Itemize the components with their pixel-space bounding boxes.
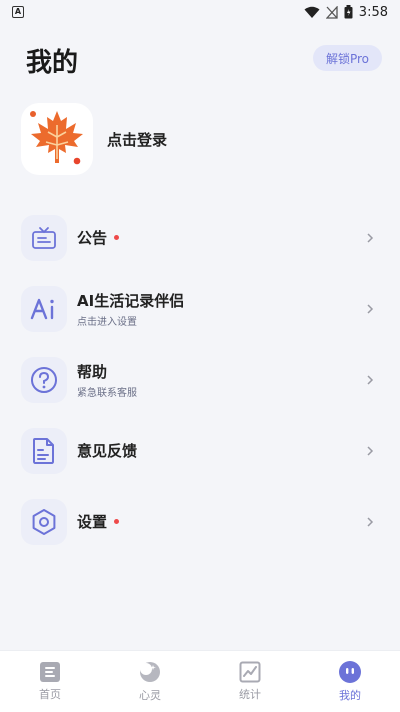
tab-label: 心灵: [139, 689, 161, 702]
profile-login-row[interactable]: 点击登录: [21, 103, 167, 175]
chevron-right-icon: [367, 374, 374, 385]
chevron-right-icon: [367, 303, 374, 314]
notification-dot: [114, 519, 120, 524]
login-label[interactable]: 点击登录: [107, 129, 167, 150]
tab-home[interactable]: 首页: [0, 651, 100, 712]
menu-item-ai-companion[interactable]: AI生活记录伴侣 点击进入设置: [0, 273, 400, 344]
battery-icon: [344, 5, 353, 19]
menu-item-label: 公告: [77, 229, 108, 247]
chevron-right-icon: [367, 445, 374, 456]
announcement-icon: [32, 226, 56, 249]
app-badge-icon: A: [12, 6, 24, 18]
chevron-right-icon: [367, 516, 374, 527]
settings-icon: [32, 508, 56, 535]
clock: 3:58: [358, 4, 388, 20]
tab-mind[interactable]: 心灵: [100, 651, 200, 712]
maple-leaf-icon: [30, 111, 83, 165]
chart-icon: [239, 661, 261, 683]
status-bar: A 3:58: [0, 0, 400, 24]
menu-item-subtitle: 紧急联系客服: [77, 387, 137, 399]
bottom-tab-bar: 首页 心灵 统计 我的: [0, 650, 400, 712]
menu-item-help[interactable]: 帮助 紧急联系客服: [0, 344, 400, 415]
moon-icon: [140, 662, 160, 682]
menu-item-settings[interactable]: 设置: [0, 486, 400, 557]
menu-item-announcement[interactable]: 公告: [0, 202, 400, 273]
tab-mine[interactable]: 我的: [300, 651, 400, 712]
ai-icon: [30, 298, 54, 319]
unlock-pro-button[interactable]: 解锁Pro: [312, 45, 382, 71]
menu-item-label: 帮助: [77, 362, 108, 381]
avatar[interactable]: [21, 103, 93, 175]
notification-dot: [114, 235, 120, 240]
menu-item-subtitle: 点击进入设置: [77, 316, 137, 328]
feedback-icon: [33, 437, 54, 464]
no-signal-icon: [325, 5, 338, 19]
wifi-icon: [304, 6, 320, 18]
profile-icon: [339, 661, 361, 683]
tab-label: 统计: [239, 688, 261, 701]
tab-label: 我的: [339, 689, 361, 702]
menu-item-feedback[interactable]: 意见反馈: [0, 415, 400, 486]
home-icon: [40, 662, 60, 682]
settings-menu: 公告 AI生活记录伴侣 点击进入设置 帮助 紧急联系客服 意见反馈 设置: [0, 202, 400, 557]
help-icon: [31, 366, 57, 393]
menu-item-label: AI生活记录伴侣: [77, 291, 185, 310]
menu-item-label: 意见反馈: [77, 442, 138, 460]
chevron-right-icon: [367, 232, 374, 243]
tab-stats[interactable]: 统计: [200, 651, 300, 712]
tab-label: 首页: [39, 688, 61, 701]
menu-item-label: 设置: [77, 513, 108, 531]
page-title: 我的: [26, 48, 79, 78]
